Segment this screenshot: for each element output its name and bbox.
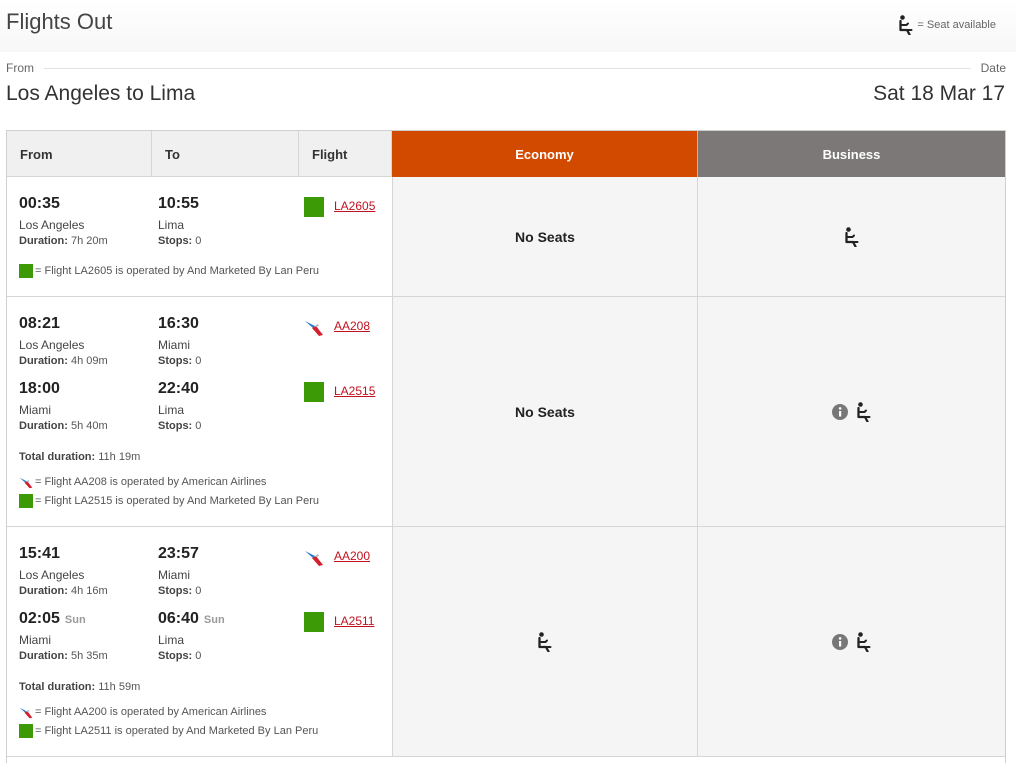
top-bar: Flights Out = Seat available [0, 0, 1016, 52]
flight-number-link[interactable]: AA208 [334, 319, 370, 333]
seat-available-icon[interactable] [844, 227, 860, 247]
economy-cell[interactable]: No Seats [392, 297, 698, 526]
business-cell[interactable] [698, 177, 1005, 296]
departure-city: Los Angeles [19, 218, 85, 232]
lan-peru-square-icon [304, 197, 324, 217]
seat-legend-label: = Seat available [917, 19, 996, 31]
no-seats-label: No Seats [515, 228, 575, 245]
header-from: From [7, 131, 152, 177]
next-day-label: Sun [203, 614, 225, 626]
departure-time: 08:21 [19, 315, 60, 332]
stops: Stops: 0 [158, 355, 202, 367]
departure-time: 18:00 [19, 380, 60, 397]
no-seats-label: No Seats [515, 403, 575, 420]
date-label: Date [980, 61, 1006, 75]
departure-time: 02:05 Sun [19, 610, 86, 627]
departure-city: Miami [19, 633, 51, 647]
departure-time: 15:41 [19, 545, 60, 562]
header-economy[interactable]: Economy [392, 131, 698, 177]
lan-peru-square-icon [304, 382, 324, 402]
duration: Duration: 4h 09m [19, 355, 108, 367]
operator-note: = Flight AA208 is operated by American A… [19, 475, 266, 489]
american-airlines-icon [304, 547, 324, 567]
travel-date: Sat 18 Mar 17 [873, 82, 1005, 105]
flight-number-link[interactable]: LA2515 [334, 384, 375, 398]
arrival-city: Lima [158, 633, 185, 647]
seat-available-icon[interactable] [856, 632, 872, 652]
arrival-time: 22:40 [158, 380, 199, 397]
seat-legend: = Seat available [898, 15, 996, 35]
lan-peru-square-icon [19, 724, 33, 738]
arrival-time: 06:40 Sun [158, 610, 225, 627]
flight-segment: 02:05 Sun 06:40 Sun Miami Lima Duration: 5… [19, 610, 384, 672]
departure-city: Los Angeles [19, 338, 85, 352]
american-airlines-icon [19, 475, 33, 489]
departure-time: 00:35 [19, 195, 60, 212]
next-day-label: Sun [64, 614, 86, 626]
arrival-city: Lima [158, 218, 185, 232]
stops: Stops: 0 [158, 235, 202, 247]
arrival-time: 23:57 [158, 545, 199, 562]
info-icon[interactable] [832, 634, 848, 650]
flight-segment: 15:41 23:57 Los Angeles Miami Duration: … [19, 545, 384, 607]
stops: Stops: 0 [158, 650, 202, 662]
flight-option-row: 08:21 16:30 Los Angeles Miami Duration: … [7, 297, 1005, 527]
header-flight: Flight [299, 131, 392, 177]
lan-peru-square-icon [304, 612, 324, 632]
economy-cell[interactable] [392, 527, 698, 756]
total-duration: Total duration: 11h 59m [19, 681, 141, 693]
arrival-city: Lima [158, 403, 185, 417]
arrival-time: 16:30 [158, 315, 199, 332]
duration: Duration: 5h 35m [19, 650, 108, 662]
business-cell[interactable] [698, 527, 1005, 756]
lan-peru-square-icon [19, 494, 33, 508]
flight-option-row: 15:41 23:57 Los Angeles Miami Duration: … [7, 527, 1005, 757]
operator-note: = Flight LA2515 is operated by And Marke… [19, 494, 319, 508]
flight-segment: 08:21 16:30 Los Angeles Miami Duration: … [19, 315, 384, 377]
flight-segment: 00:35 10:55 Los Angeles Lima Duration: 7… [19, 195, 384, 257]
departure-city: Miami [19, 403, 51, 417]
duration: Duration: 5h 40m [19, 420, 108, 432]
american-airlines-icon [304, 317, 324, 337]
flight-number-link[interactable]: LA2605 [334, 199, 375, 213]
header-to: To [152, 131, 299, 177]
flight-details: 00:35 10:55 Los Angeles Lima Duration: 7… [7, 177, 392, 296]
economy-cell[interactable]: No Seats [392, 177, 698, 296]
info-icon[interactable] [832, 404, 848, 420]
header-business[interactable]: Business [698, 131, 1005, 177]
arrival-city: Miami [158, 568, 190, 582]
operator-note: = Flight LA2605 is operated by And Marke… [19, 264, 319, 278]
stops: Stops: 0 [158, 585, 202, 597]
seat-available-icon[interactable] [537, 632, 553, 652]
page-title: Flights Out [6, 9, 113, 34]
seat-available-icon[interactable] [856, 402, 872, 422]
divider [44, 68, 971, 69]
arrival-city: Miami [158, 338, 190, 352]
flight-number-link[interactable]: AA200 [334, 549, 370, 563]
flight-segment: 18:00 22:40 Miami Lima Duration: 5h 40m … [19, 380, 384, 442]
stops: Stops: 0 [158, 420, 202, 432]
from-label: From [6, 61, 34, 75]
total-duration: Total duration: 11h 19m [19, 451, 141, 463]
arrival-time: 10:55 [158, 195, 199, 212]
business-cell[interactable] [698, 297, 1005, 526]
flight-details: 08:21 16:30 Los Angeles Miami Duration: … [7, 297, 392, 526]
duration: Duration: 4h 16m [19, 585, 108, 597]
lan-peru-square-icon [19, 264, 33, 278]
flight-details: 15:41 23:57 Los Angeles Miami Duration: … [7, 527, 392, 756]
flights-table: From To Flight Economy Business 00:35 10… [6, 130, 1006, 763]
american-airlines-icon [19, 705, 33, 719]
seat-available-icon [898, 15, 914, 35]
flight-option-row: 00:35 10:55 Los Angeles Lima Duration: 7… [7, 177, 1005, 297]
route-title: Los Angeles to Lima [6, 82, 196, 105]
duration: Duration: 7h 20m [19, 235, 108, 247]
flight-number-link[interactable]: LA2511 [334, 614, 374, 628]
operator-note: = Flight LA2511 is operated by And Marke… [19, 724, 318, 738]
operator-note: = Flight AA200 is operated by American A… [19, 705, 266, 719]
departure-city: Los Angeles [19, 568, 85, 582]
